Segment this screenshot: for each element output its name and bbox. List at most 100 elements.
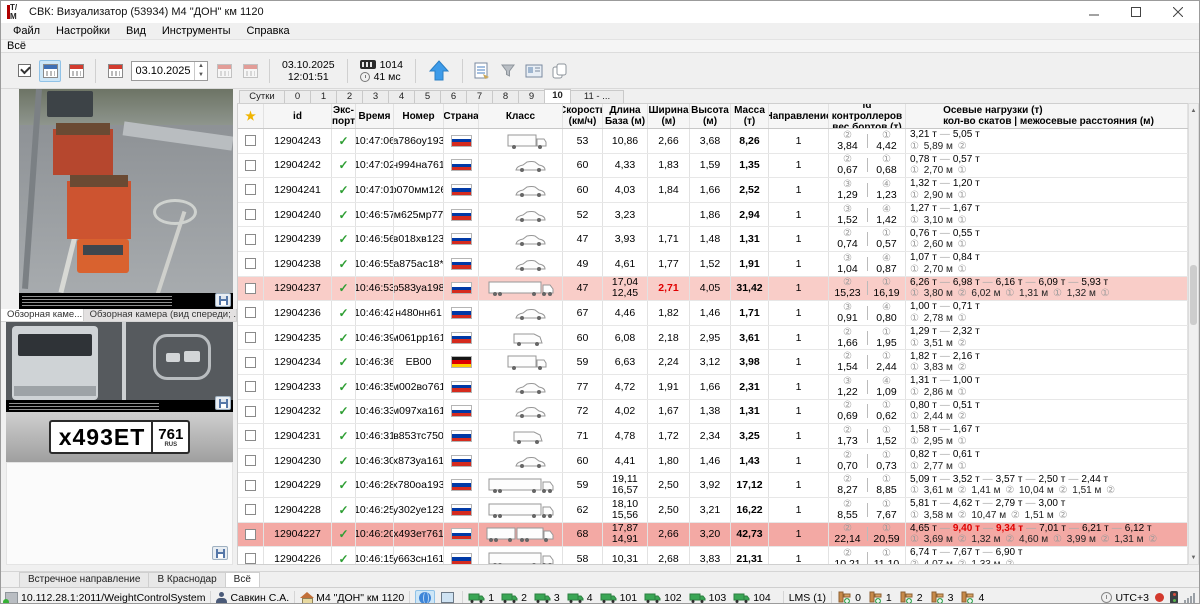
row-checkbox[interactable]: [245, 258, 256, 269]
menu-item-Вид[interactable]: Вид: [118, 23, 154, 39]
gate-counter[interactable]: 3: [930, 591, 954, 604]
filter-group-bar[interactable]: Всё: [1, 39, 1199, 53]
hour-tab-1[interactable]: 1: [310, 90, 337, 103]
table-row[interactable]: 12904227✓10:46:20х493ет7616817,8714,912,…: [238, 523, 1188, 548]
row-checkbox[interactable]: [245, 553, 256, 564]
row-checkbox[interactable]: [245, 209, 256, 220]
direction-tab-В Краснодар[interactable]: В Краснодар: [148, 572, 225, 587]
copy-button[interactable]: [549, 60, 571, 82]
date-input[interactable]: [132, 62, 194, 80]
table-row[interactable]: 12904238✓10:46:55а875ас18*494,611,771,52…: [238, 252, 1188, 277]
menu-item-Справка[interactable]: Справка: [238, 23, 297, 39]
minimize-button[interactable]: [1073, 1, 1115, 23]
vertical-scrollbar[interactable]: ▲ ▼: [1188, 103, 1199, 565]
lane-counter[interactable]: 2: [501, 592, 527, 604]
save-photo-button[interactable]: [212, 546, 228, 560]
hour-tab-8[interactable]: 8: [492, 90, 519, 103]
table-row[interactable]: 12904232✓10:46:33м097ха161724,021,671,38…: [238, 400, 1188, 425]
period-view-button[interactable]: [65, 60, 87, 82]
front-camera-image[interactable]: [6, 322, 233, 412]
close-button[interactable]: [1157, 1, 1199, 23]
scroll-down-arrow[interactable]: ▼: [1189, 551, 1198, 564]
hour-tab-0[interactable]: 0: [284, 90, 311, 103]
header-star[interactable]: ★: [238, 104, 264, 128]
lane-counter[interactable]: 1: [468, 592, 494, 604]
hour-tab-6[interactable]: 6: [440, 90, 467, 103]
header-export[interactable]: Экс- порт: [332, 104, 356, 128]
hour-tab-10[interactable]: 10: [544, 89, 571, 103]
header-width[interactable]: Ширина (м): [648, 104, 690, 128]
table-row[interactable]: 12904240✓10:46:57м625мр77523,231,862,941…: [238, 203, 1188, 228]
lane-counter[interactable]: 102: [644, 592, 682, 604]
direction-tab-Всё[interactable]: Всё: [225, 572, 260, 587]
header-length[interactable]: Длина База (м): [603, 104, 648, 128]
row-checkbox[interactable]: [245, 234, 256, 245]
table-row[interactable]: 12904231✓10:46:31в853тс750714,781,722,34…: [238, 424, 1188, 449]
day-view-button[interactable]: [39, 60, 61, 82]
hour-tab-3[interactable]: 3: [362, 90, 389, 103]
table-row[interactable]: 12904226✓10:46:15у663сн1615810,312,683,8…: [238, 547, 1188, 564]
local-view-button[interactable]: [437, 590, 457, 604]
row-checkbox[interactable]: [245, 406, 256, 417]
table-row[interactable]: 12904241✓10:47:01о070мм126604,031,841,66…: [238, 178, 1188, 203]
overview-camera-image[interactable]: [19, 89, 233, 309]
header-id[interactable]: id: [264, 104, 332, 128]
row-checkbox[interactable]: [245, 504, 256, 515]
hour-tab-4[interactable]: 4: [388, 90, 415, 103]
header-mass[interactable]: Масса (т): [731, 104, 769, 128]
scrollbar-thumb[interactable]: [1190, 265, 1197, 325]
row-checkbox[interactable]: [245, 357, 256, 368]
gate-counter[interactable]: 1: [868, 591, 892, 604]
row-checkbox[interactable]: [245, 283, 256, 294]
lane-counter[interactable]: 104: [733, 592, 771, 604]
row-checkbox[interactable]: [245, 430, 256, 441]
maximize-button[interactable]: [1115, 1, 1157, 23]
table-row[interactable]: 12904235✓10:46:39м061рр161606,082,182,95…: [238, 326, 1188, 351]
filter-button[interactable]: [497, 60, 519, 82]
hour-tab-Сутки[interactable]: Сутки: [239, 90, 285, 103]
header-country[interactable]: Страна: [444, 104, 479, 128]
hour-tab-9[interactable]: 9: [518, 90, 545, 103]
table-row[interactable]: 12904234✓10:46:36ЕВ00596,632,243,123,981…: [238, 350, 1188, 375]
table-row[interactable]: 12904242✓10:47:02н994на761604,331,831,59…: [238, 154, 1188, 179]
row-checkbox[interactable]: [245, 135, 256, 146]
table-row[interactable]: 12904233✓10:46:35м002во761774,721,911,66…: [238, 375, 1188, 400]
header-axles[interactable]: Осевые нагрузки (т) кол-во скатов | межо…: [906, 104, 1188, 128]
header-direction[interactable]: Направление: [769, 104, 829, 128]
row-checkbox[interactable]: [245, 381, 256, 392]
network-view-button[interactable]: [415, 590, 435, 604]
table-row[interactable]: 12904228✓10:46:25у302уе1236218,1015,562,…: [238, 498, 1188, 523]
menu-item-Инструменты[interactable]: Инструменты: [154, 23, 239, 39]
header-class[interactable]: Класс: [479, 104, 563, 128]
header-time[interactable]: Время: [356, 104, 394, 128]
hour-tab-5[interactable]: 5: [414, 90, 441, 103]
gate-counter[interactable]: 4: [960, 591, 984, 604]
table-row[interactable]: 12904237✓10:46:53р583уа1984717,0412,452,…: [238, 277, 1188, 302]
date-spinner[interactable]: ▲▼: [194, 62, 207, 80]
hour-tab-11 - ...[interactable]: 11 - ...: [570, 90, 624, 103]
camera-tab[interactable]: Обзорная каме...: [1, 309, 84, 321]
row-checkbox[interactable]: [245, 480, 256, 491]
upload-button[interactable]: [424, 56, 454, 86]
gate-counter[interactable]: 0: [837, 591, 861, 604]
camera-tab[interactable]: Обзорная камера (вид спереди; ...: [84, 309, 237, 321]
today-button[interactable]: [239, 60, 261, 82]
row-checkbox[interactable]: [245, 307, 256, 318]
save-photo-button[interactable]: [215, 293, 231, 307]
menu-item-Настройки[interactable]: Настройки: [48, 23, 118, 39]
row-checkbox[interactable]: [245, 160, 256, 171]
header-controllers[interactable]: id контроллеров вес бортов (т): [829, 104, 906, 128]
table-row[interactable]: 12904236✓10:46:42н480нн61674,461,821,461…: [238, 301, 1188, 326]
report-button[interactable]: [471, 60, 493, 82]
header-height[interactable]: Высота (м): [690, 104, 731, 128]
lane-counter[interactable]: 101: [600, 592, 638, 604]
row-checkbox[interactable]: [245, 529, 256, 540]
auto-refresh-checkbox[interactable]: [13, 60, 35, 82]
header-speed[interactable]: Скорость (км/ч): [563, 104, 603, 128]
table-row[interactable]: 12904243✓10:47:06а786оу1935310,862,663,6…: [238, 129, 1188, 154]
direction-tab-Встречное направление[interactable]: Встречное направление: [19, 572, 149, 587]
hour-tab-2[interactable]: 2: [336, 90, 363, 103]
hour-tab-7[interactable]: 7: [466, 90, 493, 103]
table-row[interactable]: 12904239✓10:46:56в018хв123473,931,711,48…: [238, 227, 1188, 252]
row-checkbox[interactable]: [245, 332, 256, 343]
